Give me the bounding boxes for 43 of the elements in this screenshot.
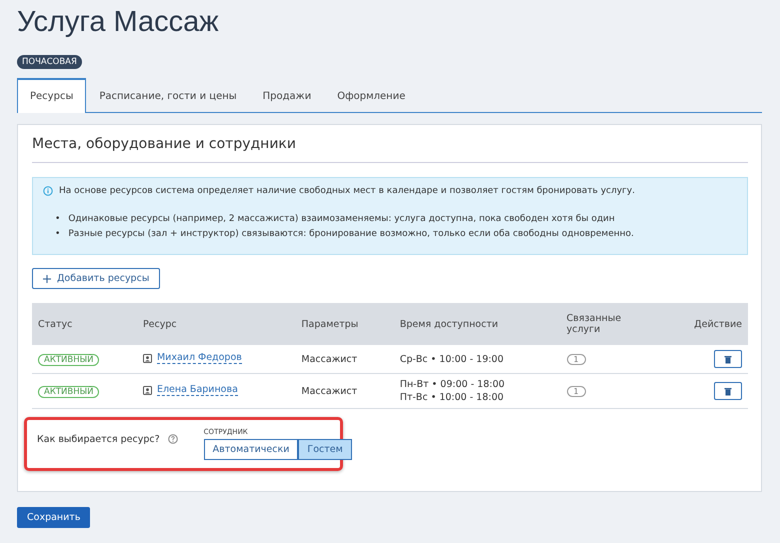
tab[interactable]: Ресурсы	[17, 78, 86, 113]
option-button[interactable]: Автоматически	[204, 439, 298, 460]
type-badge: ПОЧАСОВАЯ	[17, 55, 82, 69]
tab[interactable]: Продажи	[250, 78, 324, 113]
count-badge: 1	[566, 386, 586, 396]
trash-icon	[724, 386, 732, 396]
column-header: Действие	[662, 303, 748, 345]
info-text: На основе ресурсов система определяет наличие свободных мест в календаре и позволяет гостям бронировать услугу.	[59, 186, 635, 196]
tab[interactable]: Расписание, гости и цены	[86, 78, 250, 113]
option-button[interactable]: Гостем	[298, 439, 352, 460]
add-resources-button[interactable]: Добавить ресурсы	[32, 268, 160, 289]
availability-time: Пн-Вт • 09:00 - 18:00	[400, 378, 506, 391]
plus-icon	[43, 274, 51, 282]
save-button[interactable]: Сохранить	[17, 507, 90, 528]
person-icon	[142, 354, 152, 363]
column-header: Ресурс	[136, 303, 296, 345]
delete-button[interactable]	[714, 382, 742, 400]
delete-button[interactable]	[714, 350, 742, 368]
info-bullet: Одинаковые ресурсы (например, 2 массажиста) взаимозаменяемы: услуга доступна, пока свободен хотя бы один	[68, 213, 615, 226]
column-header: Параметры	[295, 303, 394, 345]
section-title: Места, оборудование и сотрудники	[32, 125, 748, 163]
bullet-mark: •	[55, 213, 60, 226]
page-title: Услуга Массаж	[17, 6, 219, 38]
question-label: Как выбирается ресурс?	[37, 434, 160, 445]
trash-icon	[724, 354, 732, 364]
count-badge: 1	[566, 354, 586, 364]
info-icon	[43, 186, 53, 196]
help-icon[interactable]	[168, 434, 178, 444]
column-header: Время доступности	[394, 303, 561, 345]
resource-link[interactable]: Елена Баринова	[156, 384, 238, 396]
resource-link[interactable]: Михаил Федоров	[156, 352, 242, 364]
table-cell: Массажист	[295, 345, 394, 374]
column-header: Связанные услуги	[560, 303, 663, 345]
status-badge: АКТИВНЫЙ	[38, 386, 100, 398]
availability-time: Ср-Вс • 10:00 - 19:00	[400, 352, 505, 366]
status-badge: АКТИВНЫЙ	[38, 354, 100, 366]
tab[interactable]: Оформление	[324, 78, 418, 113]
bullet-mark: •	[55, 228, 60, 241]
table-cell: Массажист	[295, 374, 394, 408]
availability-time: Пт-Вс • 10:00 - 18:00	[400, 391, 505, 404]
column-header: Статус	[32, 303, 137, 345]
person-icon	[142, 386, 152, 395]
info-bullet: Разные ресурсы (зал + инструктор) связываются: бронирование возможно, только если оба свободны одновременно.	[68, 228, 634, 241]
